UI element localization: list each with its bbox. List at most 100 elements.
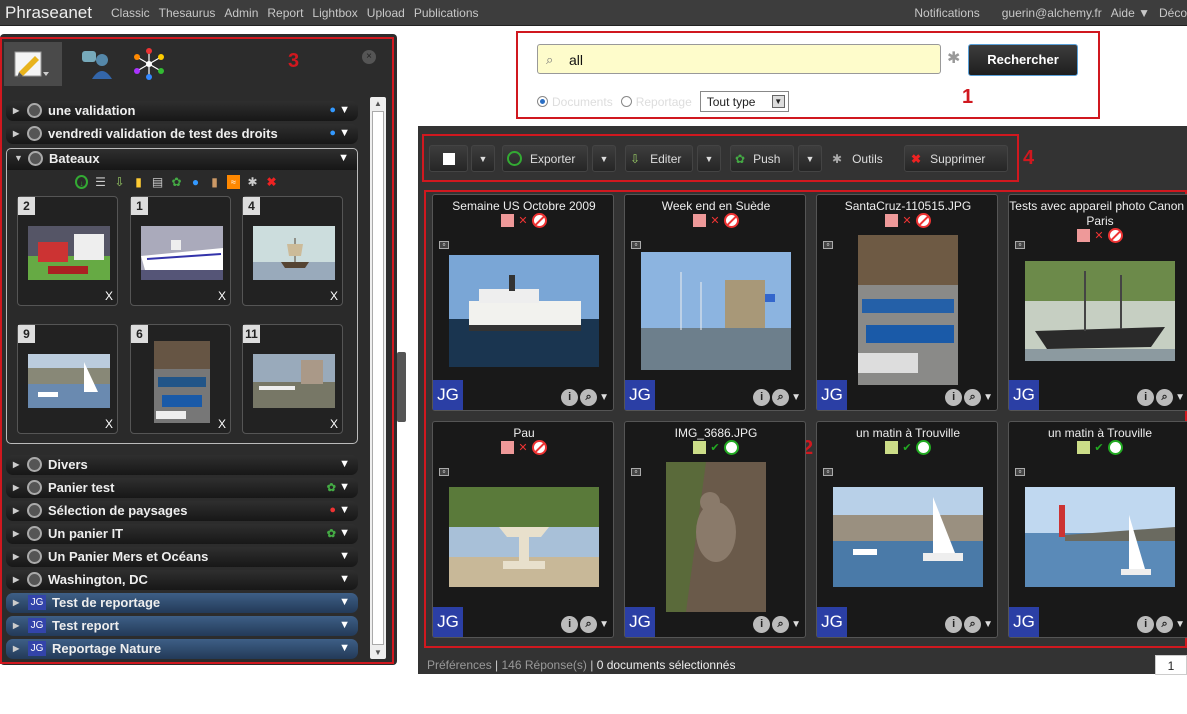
basket-menu-arrow[interactable]: ▼	[339, 481, 350, 493]
reportage-row[interactable]: ▶ JG Test de reportage ▼	[6, 593, 358, 613]
baskets-scrollbar[interactable]: ▲ ▼	[370, 97, 386, 659]
basket-menu-arrow[interactable]: ▼	[339, 458, 350, 470]
zoom-icon[interactable]: ⌕	[1156, 616, 1174, 633]
list-icon[interactable]: ☰	[94, 175, 107, 189]
tools-button[interactable]: ✱ Outils	[828, 145, 898, 172]
basket-row[interactable]: ▶ Un Panier Mers et Océans ▼	[6, 547, 358, 567]
expand-icon[interactable]: ▶	[13, 506, 19, 515]
basket-row[interactable]: ▶ Divers ▼	[6, 455, 358, 475]
info-icon[interactable]: i	[561, 389, 579, 406]
menu-admin[interactable]: Admin	[224, 6, 258, 20]
basket-item[interactable]: 2 X	[17, 196, 118, 306]
scroll-up-icon[interactable]: ▲	[374, 99, 382, 108]
expand-icon[interactable]: ▶	[13, 598, 19, 607]
export-icon[interactable]: ⇩	[113, 175, 126, 189]
scroll-thumb[interactable]	[372, 111, 384, 645]
zoom-icon[interactable]: ⌕	[964, 616, 982, 633]
info-icon[interactable]: i	[945, 389, 963, 406]
chevron-down-icon[interactable]: ▼	[983, 392, 993, 403]
expand-icon[interactable]: ▶	[13, 529, 19, 538]
expand-icon[interactable]: ▶	[13, 552, 19, 561]
remove-item-button[interactable]: X	[105, 289, 113, 303]
chevron-down-icon[interactable]: ▼	[599, 619, 609, 630]
reportage-menu-arrow[interactable]: ▼	[339, 642, 350, 654]
scroll-down-icon[interactable]: ▼	[374, 648, 382, 657]
preferences-link[interactable]: Préférences	[427, 658, 492, 672]
export-button[interactable]: Exporter	[502, 145, 588, 172]
page-number[interactable]: 1	[1155, 655, 1187, 675]
chevron-down-icon[interactable]: ▼	[1175, 392, 1185, 403]
menu-thesaurus[interactable]: Thesaurus	[159, 6, 216, 20]
download-icon[interactable]: ↓	[75, 175, 88, 189]
traffic-light-icon[interactable]: ▮	[132, 175, 145, 189]
basket-row[interactable]: ▶ une validation ● ▼	[6, 101, 358, 121]
zoom-icon[interactable]: ⌕	[580, 616, 598, 633]
edit-dropdown[interactable]: ▼	[697, 145, 721, 172]
result-card[interactable]: SantaCruz-110515.JPG ✕ o JG i ⌕ ▼	[816, 194, 998, 411]
result-card[interactable]: Pau ✕ o JG i ⌕ ▼	[432, 421, 614, 638]
menu-publications[interactable]: Publications	[414, 6, 479, 20]
result-card[interactable]: Semaine US Octobre 2009 ✕ o JG i ⌕ ▼	[432, 194, 614, 411]
expand-icon[interactable]: ▶	[13, 106, 19, 115]
remove-item-button[interactable]: X	[105, 417, 113, 431]
remove-item-button[interactable]: X	[218, 289, 226, 303]
open-basket-header[interactable]: ▼ Bateaux ▼	[7, 149, 357, 170]
zoom-icon[interactable]: ⌕	[772, 389, 790, 406]
zoom-icon[interactable]: ⌕	[1156, 389, 1174, 406]
chevron-down-icon[interactable]: ▼	[1175, 619, 1185, 630]
info-icon[interactable]: i	[753, 389, 771, 406]
help-menu[interactable]: Aide ▼	[1111, 6, 1150, 20]
basket-row[interactable]: ▶ Un panier IT ✿ ▼	[6, 524, 358, 544]
logout-link[interactable]: Déco	[1159, 6, 1187, 20]
print-icon[interactable]: ▤	[151, 175, 164, 189]
export-dropdown[interactable]: ▼	[592, 145, 616, 172]
menu-lightbox[interactable]: Lightbox	[312, 6, 357, 20]
expand-icon[interactable]: ▶	[13, 460, 19, 469]
basket-menu-arrow[interactable]: ▼	[339, 104, 350, 116]
user-account-link[interactable]: guerin@alchemy.fr	[1002, 6, 1102, 20]
remove-item-button[interactable]: X	[218, 417, 226, 431]
expand-icon[interactable]: ▶	[13, 483, 19, 492]
radio-reportage[interactable]	[620, 96, 632, 107]
result-card[interactable]: Tests avec appareil photo Canon / Paris …	[1008, 194, 1187, 411]
expand-icon[interactable]: ▶	[13, 575, 19, 584]
search-settings-icon[interactable]: ✱	[947, 48, 960, 68]
remove-item-button[interactable]: X	[330, 289, 338, 303]
delete-icon[interactable]: ✖	[265, 175, 278, 189]
panel-resize-handle[interactable]	[397, 352, 406, 422]
basket-item[interactable]: 11 X	[242, 324, 343, 434]
basket-item[interactable]: 9 X	[17, 324, 118, 434]
basket-menu-arrow[interactable]: ▼	[339, 573, 350, 585]
push-dropdown[interactable]: ▼	[798, 145, 822, 172]
basket-menu-arrow[interactable]: ▼	[338, 152, 349, 164]
reportage-menu-arrow[interactable]: ▼	[339, 596, 350, 608]
tab-push-users[interactable]	[68, 42, 126, 86]
expand-icon[interactable]: ▶	[13, 621, 19, 630]
result-card[interactable]: Week end en Suède ✕ o JG i ⌕ ▼	[624, 194, 806, 411]
edit-button[interactable]: ⇩ Editer	[625, 145, 693, 172]
notifications-link[interactable]: Notifications	[914, 6, 979, 20]
chat-icon[interactable]: ●	[189, 175, 202, 189]
info-icon[interactable]: i	[1137, 389, 1155, 406]
zoom-icon[interactable]: ⌕	[964, 389, 982, 406]
basket-row[interactable]: ▶ Panier test ✿ ▼	[6, 478, 358, 498]
menu-classic[interactable]: Classic	[111, 6, 150, 20]
result-card[interactable]: un matin à Trouville ✔ o JG i ⌕ ▼	[1008, 421, 1187, 638]
basket-menu-arrow[interactable]: ▼	[339, 504, 350, 516]
select-all-checkbox[interactable]	[429, 145, 468, 172]
reportage-row[interactable]: ▶ JG Test report ▼	[6, 616, 358, 636]
basket-row[interactable]: ▶ Sélection de paysages ● ▼	[6, 501, 358, 521]
basket-row[interactable]: ▶ vendredi validation de test des droits…	[6, 124, 358, 144]
settings-icon[interactable]: ✱	[246, 175, 259, 189]
basket-row[interactable]: ▶ Washington, DC ▼	[6, 570, 358, 590]
result-card[interactable]: IMG_3686.JPG ✔ o JG i ⌕ ▼	[624, 421, 806, 638]
reportage-menu-arrow[interactable]: ▼	[339, 619, 350, 631]
search-button[interactable]: Rechercher	[968, 44, 1078, 76]
select-dropdown[interactable]: ▼	[471, 145, 495, 172]
radio-documents[interactable]	[537, 96, 548, 107]
push-button[interactable]: ✿ Push	[730, 145, 794, 172]
expand-icon[interactable]: ▶	[13, 644, 19, 653]
type-select[interactable]: Tout type ▼	[699, 91, 789, 112]
expand-icon[interactable]: ▶	[13, 129, 19, 138]
tab-thesaurus[interactable]	[120, 42, 178, 86]
